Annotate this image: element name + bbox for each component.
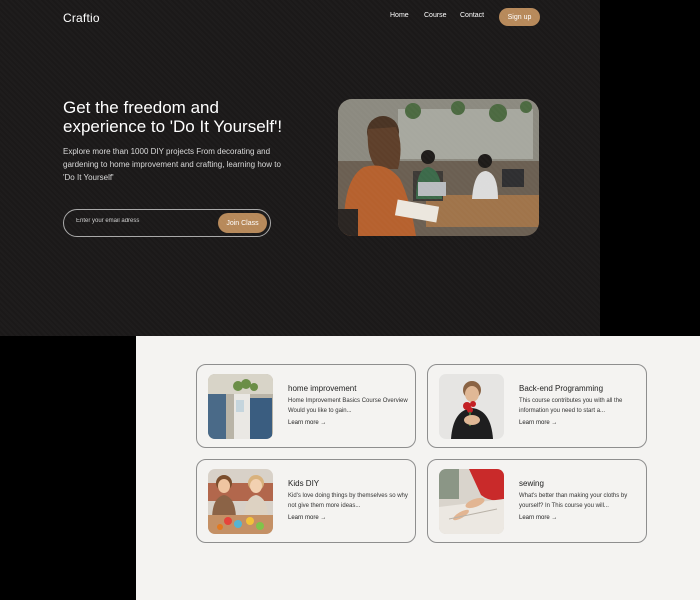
course-card-kids-diy[interactable]: Kids DIY Kid's love doing things by them… <box>196 459 416 543</box>
hero-subtext: Explore more than 1000 DIY projects From… <box>63 147 281 182</box>
course-description: What's better than making your cloths by… <box>519 493 628 509</box>
course-title: sewing <box>519 479 544 488</box>
course-thumbnail-kids-diy <box>208 469 273 534</box>
course-description: Kid's love doing things by themselves so… <box>288 493 408 509</box>
learn-more-link[interactable]: Learn more → <box>288 515 326 521</box>
join-class-button[interactable]: Join Class <box>218 213 267 233</box>
signup-button[interactable]: Sign up <box>499 8 540 26</box>
hero-office-photo <box>338 99 539 236</box>
learn-more-link[interactable]: Learn more → <box>519 420 557 426</box>
nav-link-course[interactable]: Course <box>424 12 447 19</box>
course-thumbnail-back-end-programming <box>439 374 504 439</box>
learn-more-link[interactable]: Learn more → <box>288 420 326 426</box>
course-description: Home Improvement Basics Course Overview … <box>288 398 408 414</box>
course-card-back-end-programming[interactable]: Back-end Programming This course contrib… <box>427 364 647 448</box>
logo[interactable]: Craftio <box>63 11 100 25</box>
courses-section: home improvement Home Improvement Basics… <box>136 336 700 600</box>
nav-link-home[interactable]: Home <box>390 12 409 19</box>
hero-section: Craftio Home Course Contact Sign up Get … <box>0 0 600 336</box>
learn-more-link[interactable]: Learn more → <box>519 515 557 521</box>
course-thumbnail-sewing <box>439 469 504 534</box>
course-card-sewing[interactable]: sewing What's better than making your cl… <box>427 459 647 543</box>
course-title: Back-end Programming <box>519 384 604 393</box>
nav-link-contact[interactable]: Contact <box>460 12 484 19</box>
course-title: home improvement <box>288 384 357 393</box>
email-input[interactable] <box>76 218 206 224</box>
course-thumbnail-home-improvement <box>208 374 273 439</box>
course-card-home-improvement[interactable]: home improvement Home Improvement Basics… <box>196 364 416 448</box>
email-signup-form: Join Class <box>63 209 271 237</box>
hero-headline: Get the freedom and experience to 'Do It… <box>63 98 283 136</box>
course-title: Kids DIY <box>288 479 320 488</box>
course-description: This course contributes you with all the… <box>519 398 623 414</box>
